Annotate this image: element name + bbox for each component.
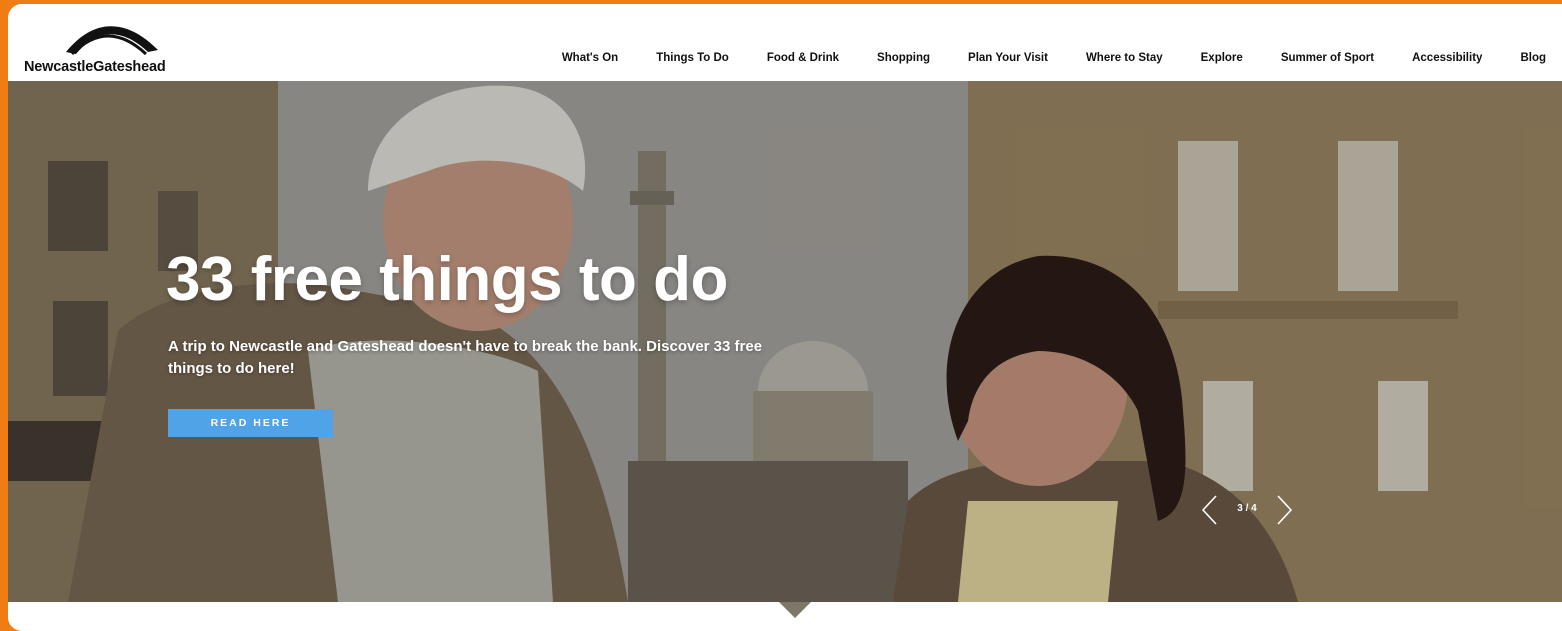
site-header: NewcastleGateshead What's On Things To D… <box>8 4 1562 81</box>
nav-item-explore[interactable]: Explore <box>1182 52 1262 64</box>
hero-title: 33 free things to do <box>166 245 728 314</box>
chevron-right-icon <box>1277 495 1293 525</box>
nav-item-things-to-do[interactable]: Things To Do <box>637 52 748 64</box>
next-slide-button[interactable] <box>1272 493 1296 527</box>
nav-item-accessibility[interactable]: Accessibility <box>1393 52 1501 64</box>
nav-item-blog[interactable]: Blog <box>1501 52 1552 64</box>
logo-arch-icon <box>66 26 158 56</box>
read-here-button[interactable]: READ HERE <box>168 409 333 437</box>
slide-pointer-icon <box>779 602 811 618</box>
nav-item-whats-on[interactable]: What's On <box>543 52 637 64</box>
page-frame: NewcastleGateshead What's On Things To D… <box>8 4 1562 631</box>
nav-item-food-drink[interactable]: Food & Drink <box>748 52 858 64</box>
brand-name: NewcastleGateshead <box>24 59 166 75</box>
main-nav: What's On Things To Do Food & Drink Shop… <box>543 52 1552 64</box>
nav-item-plan-your-visit[interactable]: Plan Your Visit <box>949 52 1067 64</box>
content-strip <box>8 602 1562 631</box>
site-logo[interactable]: NewcastleGateshead <box>24 14 214 76</box>
nav-item-summer-of-sport[interactable]: Summer of Sport <box>1262 52 1393 64</box>
hero-slider: 33 free things to do A trip to Newcastle… <box>8 81 1562 602</box>
hero-description: A trip to Newcastle and Gateshead doesn'… <box>168 338 763 377</box>
nav-item-shopping[interactable]: Shopping <box>858 52 949 64</box>
slider-controls: 3 / 4 <box>1198 493 1296 527</box>
nav-item-where-to-stay[interactable]: Where to Stay <box>1067 52 1182 64</box>
